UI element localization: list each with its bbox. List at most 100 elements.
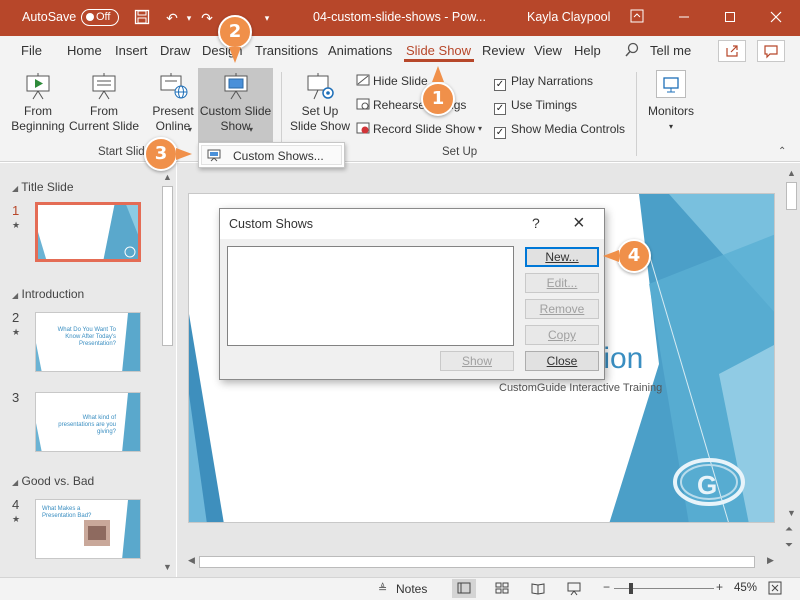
share-button[interactable] [718,40,746,62]
use-timings-checkbox[interactable]: ✓ Use Timings [494,98,577,115]
zoom-out-icon[interactable]: − [603,580,610,594]
menu-item-custom-shows[interactable]: Custom Shows... [201,145,342,165]
notes-icon[interactable]: ≜ [378,582,387,595]
lightbulb-search-icon[interactable] [624,42,640,61]
tab-review[interactable]: Review [482,43,525,58]
show-button[interactable]: Show [440,351,514,371]
undo-dropdown-icon[interactable]: ▾ [180,9,198,27]
slide-sorter-view-icon[interactable] [494,580,510,599]
slide-thumbnail-3[interactable]: What kind of presentations are you givin… [35,392,141,452]
tab-view[interactable]: View [534,43,562,58]
callout-step-1: 1 [421,82,455,116]
tab-help[interactable]: Help [574,43,601,58]
redo-icon[interactable]: ↷ [198,9,216,27]
monitors-label: Monitors [647,104,694,118]
callout-pointer [176,148,192,160]
dialog-help-button[interactable]: ? [532,215,540,231]
tab-slide-show[interactable]: Slide Show [406,43,471,58]
notes-button[interactable]: Notes [396,582,427,596]
slide-thumbnail-2[interactable]: What Do You Want To Know After Today's P… [35,312,141,372]
collapse-ribbon-icon[interactable]: ⌃ [778,146,786,157]
set-up-slide-show-button[interactable]: Set Up Slide Show [286,72,354,134]
reading-view-icon[interactable] [530,580,546,599]
scroll-thumb[interactable] [786,182,797,210]
zoom-in-icon[interactable]: + [716,580,723,594]
section-good-vs-bad[interactable]: ◢ Good vs. Bad [12,474,94,488]
scroll-thumb[interactable] [199,556,755,568]
from-current-label-2: Current Slide [68,119,140,133]
save-icon[interactable] [133,9,151,27]
play-narrations-checkbox[interactable]: ✓ Play Narrations [494,74,593,91]
from-current-label-1: From [90,104,118,118]
thumbnails-scrollbar[interactable]: ▲ ▼ [160,170,175,575]
undo-icon[interactable]: ↶ [163,9,181,27]
group-separator [636,72,637,156]
edit-horizontal-scrollbar[interactable]: ◀ ▶ [185,554,780,570]
custom-slide-show-icon [221,72,251,100]
slide-thumbnail-1[interactable] [35,202,141,262]
record-dropdown-icon[interactable]: ▾ [478,124,482,133]
from-current-slide-icon [89,72,119,100]
dialog-title-bar: Custom Shows ? × [220,209,604,239]
new-button[interactable]: New... [525,247,599,267]
slide-thumbnail-4[interactable]: What Makes a Presentation Bad? [35,499,141,559]
customize-toolbar-icon[interactable]: ▾ [258,9,276,27]
autosave-toggle[interactable]: Off [81,9,119,26]
remove-button[interactable]: Remove [525,299,599,319]
monitors-icon [656,70,686,98]
present-online-label-1: Present [152,104,194,118]
slide-subtitle[interactable]: CustomGuide Interactive Training [499,382,662,394]
dialog-close-icon[interactable]: × [573,212,585,235]
callout-pointer [603,250,619,262]
edit-vertical-scrollbar[interactable]: ▲ ▼ ⏶ ⏷ [784,168,799,558]
ribbon: From Beginning From Current Slide Presen… [0,66,800,162]
slide-show-view-icon[interactable] [566,580,582,599]
tab-draw[interactable]: Draw [160,43,190,58]
from-beginning-button[interactable]: From Beginning [6,72,70,134]
zoom-slider-handle[interactable] [629,583,633,594]
slide-thumbnails-panel: ◢ Title Slide 1 ★ ◢ Introduction 2 ★ Wha… [0,163,176,577]
monitors-dropdown-icon[interactable]: ▾ [643,119,699,134]
custom-slide-show-button[interactable]: Custom Slide Show [198,68,273,142]
copy-button[interactable]: Copy [525,325,599,345]
ribbon-display-icon[interactable] [628,9,646,27]
comments-button[interactable] [757,40,785,62]
dialog-title: Custom Shows [229,217,314,231]
tab-animations[interactable]: Animations [328,43,392,58]
custom-shows-label: Custom Shows... [233,149,324,163]
custom-slide-show-label-2: Show [220,119,251,133]
present-online-icon [158,72,188,99]
show-media-controls-checkbox[interactable]: ✓ Show Media Controls [494,122,625,139]
section-introduction[interactable]: ◢ Introduction [12,287,84,301]
user-name[interactable]: Kayla Claypool [527,10,610,24]
rehearse-label: Rehearse [373,98,426,112]
tell-me-search[interactable]: Tell me [650,43,691,58]
tab-transitions[interactable]: Transitions [255,43,318,58]
custom-slide-show-dropdown-icon[interactable]: ▾ [249,125,253,134]
scroll-thumb[interactable] [162,186,173,346]
title-bar: AutoSave Off ↶ ▾ ↷ ▾ 04-custom-slide-sho… [0,0,800,36]
tab-home[interactable]: Home [67,43,102,58]
close-button[interactable]: Close [525,351,599,371]
present-online-dropdown-icon[interactable]: ▾ [188,125,192,134]
tab-file[interactable]: File [21,43,42,58]
fit-slide-icon[interactable] [767,580,783,599]
callout-pointer [229,47,241,63]
previous-slide-icon: ⏶ [785,524,793,535]
hide-slide-button[interactable]: Hide Slide [356,74,428,88]
set-up-label-1: Set Up [301,104,339,118]
custom-shows-list[interactable] [227,246,514,346]
from-current-slide-button[interactable]: From Current Slide [68,72,140,134]
tab-insert[interactable]: Insert [115,43,148,58]
zoom-level[interactable]: 45% [734,582,757,594]
minimize-icon[interactable] [675,9,693,27]
section-label: Title Slide [21,180,74,194]
section-title-slide[interactable]: ◢ Title Slide [12,180,74,194]
monitors-button[interactable]: Monitors ▾ [643,70,699,134]
edit-button[interactable]: Edit... [525,273,599,293]
normal-view-button[interactable] [452,579,476,598]
close-icon[interactable] [767,9,785,27]
custom-slide-show-label-1: Custom Slide [199,104,272,118]
record-slide-show-button[interactable]: Record Slide Show [356,122,475,136]
maximize-icon[interactable] [721,9,739,27]
